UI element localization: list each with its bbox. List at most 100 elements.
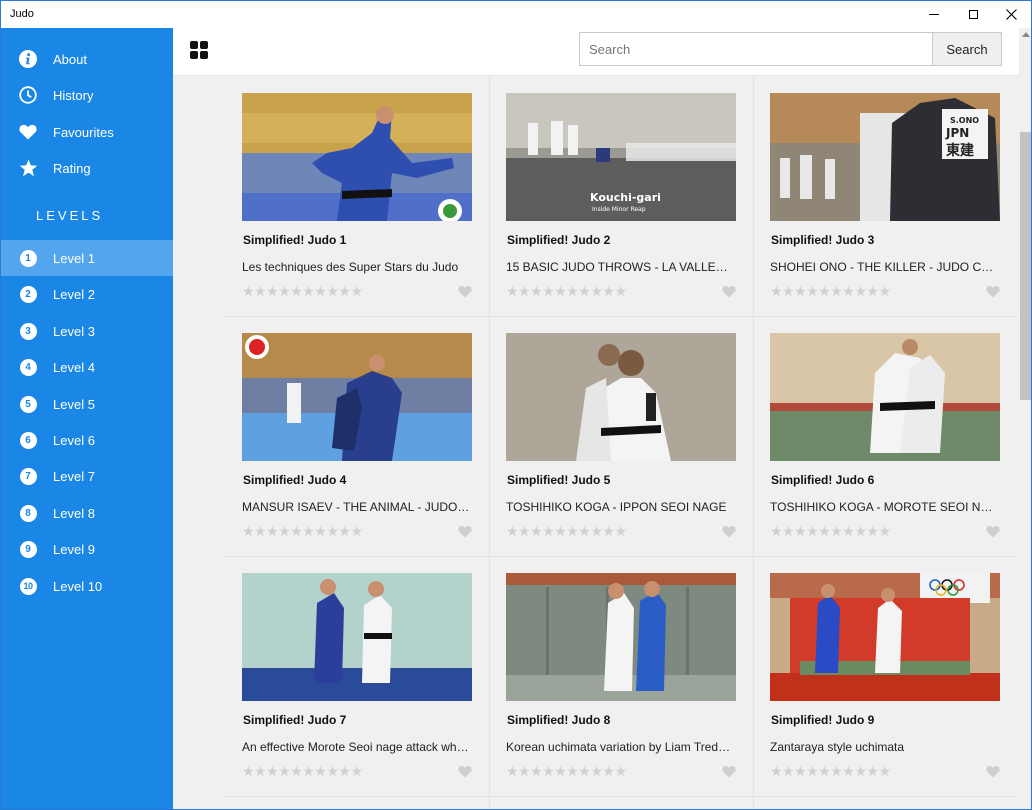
video-card[interactable]: Simplified! Judo 8 Korean uchimata varia… bbox=[489, 556, 753, 796]
video-card[interactable]: Simplified! Judo 4 MANSUR ISAEV - THE AN… bbox=[225, 316, 489, 556]
sidebar-item-level-8[interactable]: 8 Level 8 bbox=[1, 495, 173, 531]
sidebar-item-label: Level 8 bbox=[53, 505, 95, 521]
video-thumbnail[interactable] bbox=[770, 333, 1000, 461]
sidebar-item-label: Level 4 bbox=[53, 359, 95, 375]
maximize-icon bbox=[968, 10, 978, 19]
video-card[interactable]: Simplified! Judo 9 Zantaraya style uchim… bbox=[753, 556, 1017, 796]
sidebar-item-label: Level 3 bbox=[53, 323, 95, 339]
thumbnail-caption-sub: Inside Minor Reap bbox=[592, 206, 646, 213]
video-title: Simplified! Judo 4 bbox=[243, 473, 347, 487]
sidebar-item-label: Level 2 bbox=[53, 286, 95, 302]
thumbnail-back-country: JPN bbox=[945, 126, 969, 140]
star-rating[interactable]: ★★★★★★★★★★ bbox=[770, 283, 891, 299]
star-rating[interactable]: ★★★★★★★★★★ bbox=[242, 763, 363, 779]
video-thumbnail[interactable] bbox=[506, 333, 736, 461]
video-title: Simplified! Judo 2 bbox=[507, 233, 611, 247]
favourite-heart-icon[interactable] bbox=[458, 525, 472, 538]
title-bar: Judo bbox=[1, 1, 1031, 28]
grid-view-icon[interactable] bbox=[190, 41, 208, 59]
video-thumbnail[interactable]: S.ONO JPN 東建 bbox=[770, 93, 1000, 221]
search-input[interactable] bbox=[579, 32, 933, 66]
number-9-icon: 9 bbox=[18, 539, 38, 559]
sidebar-item-level-3[interactable]: 3 Level 3 bbox=[1, 313, 173, 349]
video-grid: Simplified! Judo 1 Les techniques des Su… bbox=[173, 76, 1019, 809]
minimize-icon bbox=[929, 14, 939, 15]
sidebar-item-level-4[interactable]: 4 Level 4 bbox=[1, 349, 173, 385]
sidebar-item-level-9[interactable]: 9 Level 9 bbox=[1, 531, 173, 567]
clock-icon bbox=[18, 85, 38, 105]
video-thumbnail[interactable] bbox=[242, 333, 472, 461]
favourite-heart-icon[interactable] bbox=[722, 765, 736, 778]
sidebar-item-label: Level 9 bbox=[53, 541, 95, 557]
video-card[interactable]: Simplified! Judo 5 TOSHIHIKO KOGA - IPPO… bbox=[489, 316, 753, 556]
number-7-icon: 7 bbox=[18, 466, 38, 486]
video-subtitle: Les techniques des Super Stars du Judo bbox=[242, 260, 459, 274]
vertical-scrollbar[interactable] bbox=[1019, 28, 1031, 809]
star-rating[interactable]: ★★★★★★★★★★ bbox=[506, 523, 627, 539]
sidebar-item-label: Level 6 bbox=[53, 432, 95, 448]
app-title: Judo bbox=[10, 8, 34, 20]
sidebar-item-level-1[interactable]: 1 Level 1 bbox=[1, 240, 173, 276]
close-icon bbox=[1005, 9, 1017, 20]
favourite-heart-icon[interactable] bbox=[458, 285, 472, 298]
video-title: Simplified! Judo 1 bbox=[243, 233, 347, 247]
number-1-icon: 1 bbox=[18, 248, 38, 268]
sidebar-item-label: Rating bbox=[53, 160, 91, 176]
heart-icon bbox=[18, 122, 38, 142]
video-thumbnail[interactable] bbox=[242, 573, 472, 701]
video-subtitle: TOSHIHIKO KOGA - IPPON SEOI NAGE bbox=[506, 500, 727, 514]
star-rating[interactable]: ★★★★★★★★★★ bbox=[242, 283, 363, 299]
search-button[interactable]: Search bbox=[932, 32, 1002, 66]
favourite-heart-icon[interactable] bbox=[986, 285, 1000, 298]
video-thumbnail[interactable] bbox=[506, 573, 736, 701]
video-thumbnail[interactable] bbox=[770, 573, 1000, 701]
sidebar-item-label: Level 1 bbox=[53, 250, 95, 266]
video-card[interactable]: Simplified! Judo 7 An effective Morote S… bbox=[225, 556, 489, 796]
star-rating[interactable]: ★★★★★★★★★★ bbox=[770, 763, 891, 779]
video-subtitle: SHOHEI ONO - THE KILLER - JUDO C… bbox=[770, 260, 994, 274]
sidebar: About History Favourites Rating LEVELS 1… bbox=[1, 28, 173, 809]
close-button[interactable] bbox=[992, 1, 1030, 28]
video-subtitle: TOSHIHIKO KOGA - MOROTE SEOI N… bbox=[770, 500, 993, 514]
sidebar-item-level-7[interactable]: 7 Level 7 bbox=[1, 458, 173, 494]
video-card[interactable]: S.ONO JPN 東建 Simplified! Judo 3 SHOHEI O… bbox=[753, 76, 1017, 316]
minimize-button[interactable] bbox=[915, 1, 953, 28]
favourite-heart-icon[interactable] bbox=[722, 285, 736, 298]
star-rating[interactable]: ★★★★★★★★★★ bbox=[770, 523, 891, 539]
star-rating[interactable]: ★★★★★★★★★★ bbox=[506, 763, 627, 779]
scroll-up-icon[interactable] bbox=[1022, 32, 1030, 37]
video-card[interactable]: Simplified! Judo 1 Les techniques des Su… bbox=[225, 76, 489, 316]
favourite-heart-icon[interactable] bbox=[458, 765, 472, 778]
video-card[interactable]: Simplified! Judo 6 TOSHIHIKO KOGA - MORO… bbox=[753, 316, 1017, 556]
video-thumbnail[interactable] bbox=[242, 93, 472, 221]
star-rating[interactable]: ★★★★★★★★★★ bbox=[242, 523, 363, 539]
video-subtitle: 15 BASIC JUDO THROWS - LA VALLE… bbox=[506, 260, 728, 274]
video-card[interactable]: Kouchi-gari Inside Minor Reap Simplified… bbox=[489, 76, 753, 316]
scrollbar-thumb[interactable] bbox=[1020, 132, 1031, 400]
sidebar-item-history[interactable]: History bbox=[1, 77, 173, 113]
sidebar-item-label: About bbox=[53, 51, 87, 67]
sidebar-item-level-2[interactable]: 2 Level 2 bbox=[1, 276, 173, 312]
sidebar-item-label: History bbox=[53, 87, 94, 103]
sidebar-item-label: Level 5 bbox=[53, 396, 95, 412]
favourite-heart-icon[interactable] bbox=[722, 525, 736, 538]
video-subtitle: MANSUR ISAEV - THE ANIMAL - JUDO… bbox=[242, 500, 470, 514]
sidebar-item-about[interactable]: About bbox=[1, 41, 173, 77]
maximize-button[interactable] bbox=[954, 1, 992, 28]
sidebar-item-favourites[interactable]: Favourites bbox=[1, 114, 173, 150]
favourite-heart-icon[interactable] bbox=[986, 525, 1000, 538]
sidebar-item-label: Favourites bbox=[53, 124, 114, 140]
sidebar-item-rating[interactable]: Rating bbox=[1, 150, 173, 186]
video-title: Simplified! Judo 3 bbox=[771, 233, 875, 247]
sidebar-item-level-10[interactable]: 10 Level 10 bbox=[1, 568, 173, 604]
sidebar-item-level-6[interactable]: 6 Level 6 bbox=[1, 422, 173, 458]
star-rating[interactable]: ★★★★★★★★★★ bbox=[506, 283, 627, 299]
sidebar-item-level-5[interactable]: 5 Level 5 bbox=[1, 386, 173, 422]
video-title: Simplified! Judo 8 bbox=[507, 713, 611, 727]
sidebar-item-label: Level 10 bbox=[53, 578, 103, 594]
number-8-icon: 8 bbox=[18, 503, 38, 523]
video-title: Simplified! Judo 6 bbox=[771, 473, 875, 487]
number-10-icon: 10 bbox=[18, 576, 38, 596]
favourite-heart-icon[interactable] bbox=[986, 765, 1000, 778]
video-thumbnail[interactable]: Kouchi-gari Inside Minor Reap bbox=[506, 93, 736, 221]
